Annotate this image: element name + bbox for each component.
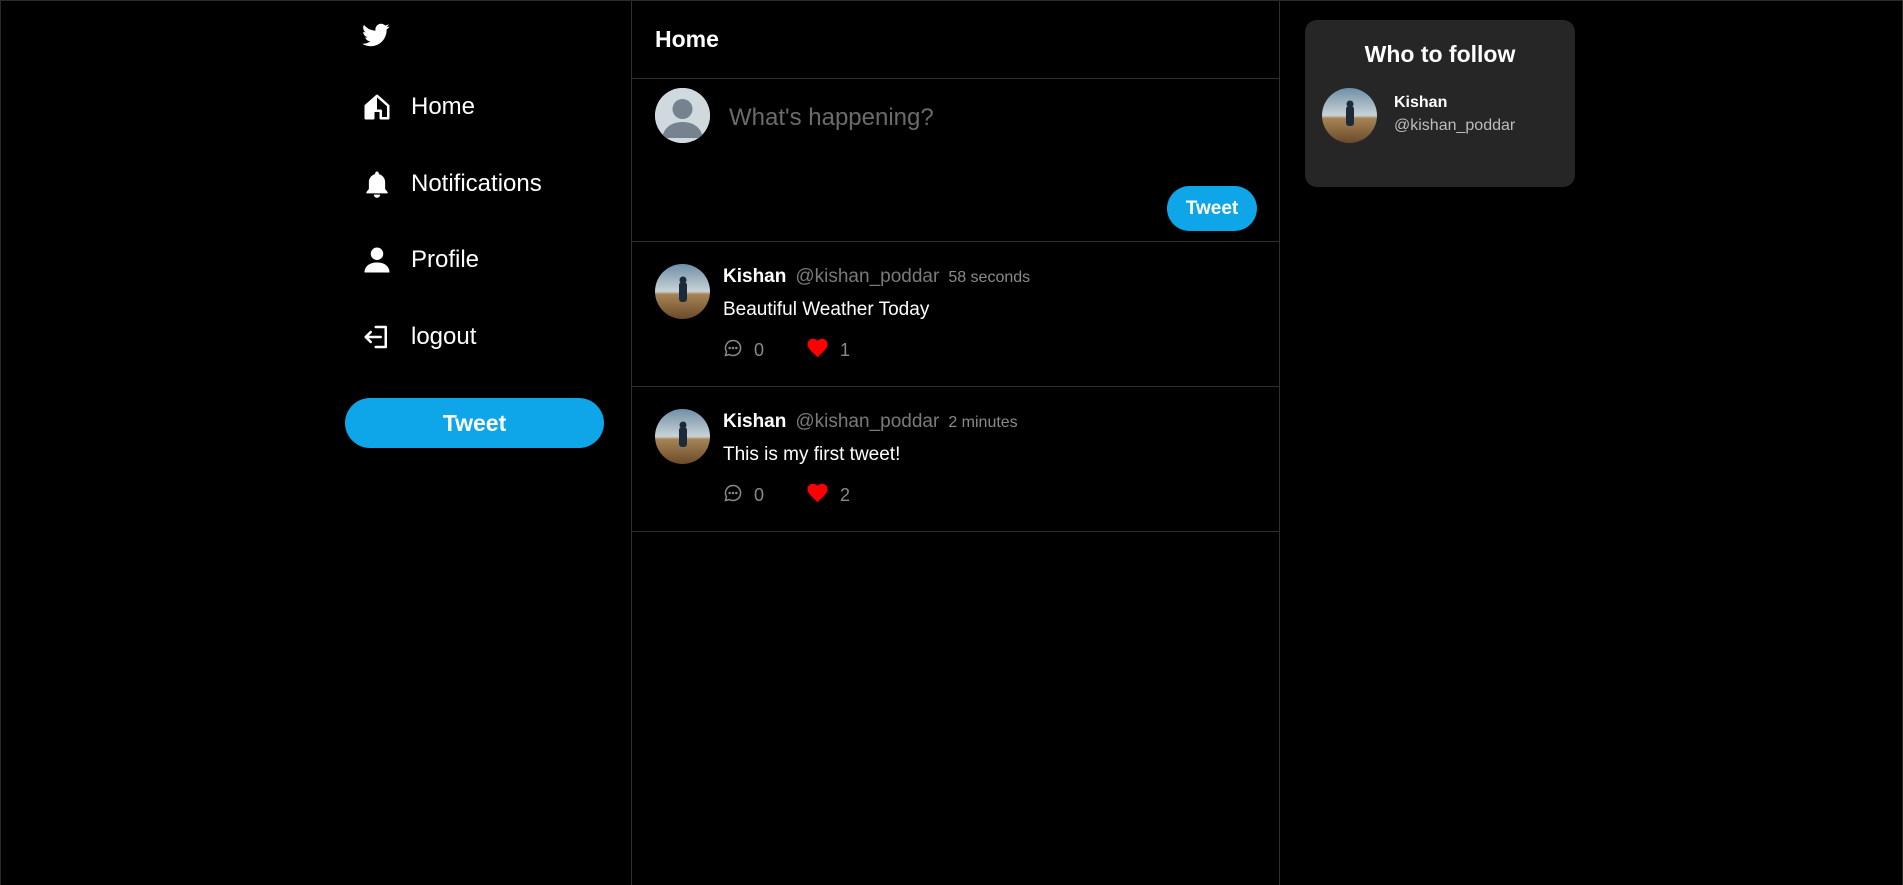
tweet-text: Beautiful Weather Today [723,299,930,320]
who-to-follow-card: Who to follow Kishan @kishan_poddar [1305,20,1575,187]
page-title: Home [655,26,719,52]
sidebar-item-label: Home [411,93,476,120]
follow-user-handle: @kishan_poddar [1394,117,1516,134]
tweet-composer: Tweet [632,79,1279,242]
right-panel: Who to follow Kishan @kishan_poddar [1279,1,1903,885]
comment-count: 0 [754,485,765,505]
tweet-text: This is my first tweet! [723,444,901,465]
reply-button[interactable]: 0 [723,338,764,363]
avatar[interactable] [655,264,710,319]
tweet-button[interactable]: Tweet [345,398,604,448]
like-count: 2 [840,485,851,505]
follow-user-name: Kishan [1394,94,1448,111]
sidebar-item-home[interactable]: Home [361,85,475,129]
tweet-timestamp: 2 minutes [948,414,1018,431]
sidebar-item-label: Notifications [411,170,542,197]
avatar[interactable] [655,409,710,464]
heart-icon [807,483,829,508]
tweet-item[interactable]: Kishan @kishan_poddar 2 minutes This is … [632,387,1279,532]
tweet-author-name[interactable]: Kishan [723,411,786,433]
heart-icon [807,338,829,363]
avatar [1322,88,1377,143]
comment-icon [723,483,743,508]
avatar [655,88,710,143]
main-feed: Home Tweet [631,1,1280,885]
reply-button[interactable]: 0 [723,483,764,508]
app-window: Home Notifications Profile logout Tweet … [0,0,1903,885]
tweet-author-name[interactable]: Kishan [723,266,786,288]
sidebar-item-profile[interactable]: Profile [361,238,479,282]
logout-icon [361,321,393,353]
sidebar-item-label: logout [411,323,477,350]
comment-count: 0 [754,340,765,360]
bell-icon [361,168,393,200]
tweet-item[interactable]: Kishan @kishan_poddar 58 seconds Beautif… [632,242,1279,387]
comment-icon [723,338,743,363]
sidebar: Home Notifications Profile logout Tweet [1,1,631,885]
page-header: Home [632,1,1279,79]
like-button[interactable]: 1 [807,338,850,363]
sidebar-item-notifications[interactable]: Notifications [361,162,542,206]
composer-tweet-button[interactable]: Tweet [1167,186,1257,231]
who-to-follow-title: Who to follow [1364,41,1516,67]
home-icon [361,91,393,123]
follow-suggestion[interactable]: Kishan @kishan_poddar [1322,88,1562,144]
sidebar-item-logout[interactable]: logout [361,315,476,359]
twitter-bird-icon[interactable] [361,21,391,49]
tweet-author-handle[interactable]: @kishan_poddar [795,411,939,433]
sidebar-item-label: Profile [411,246,480,273]
user-icon [361,244,393,276]
like-count: 1 [840,340,851,360]
tweet-author-handle[interactable]: @kishan_poddar [795,266,939,288]
like-button[interactable]: 2 [807,483,850,508]
tweet-timestamp: 58 seconds [948,269,1031,286]
tweet-input[interactable] [727,99,1251,137]
